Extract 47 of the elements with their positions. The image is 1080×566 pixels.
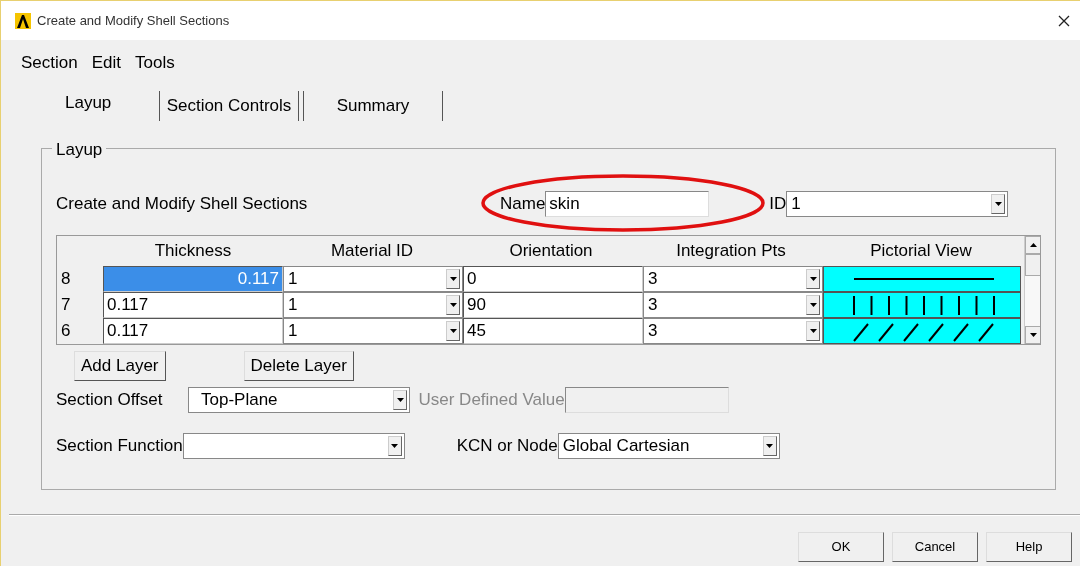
column-header: Integration Pts bbox=[675, 239, 787, 262]
name-label: Name bbox=[500, 192, 546, 215]
kcn-label: KCN or Node bbox=[456, 434, 558, 457]
tab[interactable]: Layup bbox=[49, 87, 159, 118]
integration-dropdown[interactable]: 3 bbox=[643, 317, 823, 344]
section-offset-dropdown[interactable]: Top-Plane bbox=[188, 386, 410, 413]
menu-item[interactable]: Section bbox=[21, 50, 78, 76]
id-label: ID bbox=[769, 192, 787, 215]
scroll-down-icon[interactable] bbox=[1025, 325, 1040, 344]
name-field[interactable]: skin bbox=[545, 190, 710, 217]
scroll-thumb[interactable] bbox=[1025, 253, 1040, 276]
material-dropdown[interactable]: 1 bbox=[283, 291, 463, 318]
column-header: Pictorial View bbox=[869, 239, 973, 262]
close-icon[interactable] bbox=[1058, 14, 1070, 27]
orientation-field[interactable]: 0 bbox=[463, 265, 643, 292]
dialog-button[interactable]: Cancel bbox=[892, 531, 978, 562]
dialog-button[interactable]: Help bbox=[986, 531, 1072, 562]
thickness-field[interactable]: 0.117 bbox=[103, 291, 283, 318]
integration-dropdown[interactable]: 3 bbox=[643, 265, 823, 292]
row-number: 7 bbox=[60, 293, 72, 316]
dialog-button[interactable]: OK bbox=[798, 531, 884, 562]
row-number: 6 bbox=[60, 319, 72, 342]
column-header: Material ID bbox=[329, 239, 415, 262]
orientation-field[interactable]: 45 bbox=[463, 317, 643, 344]
user-defined-label: User Defined Value bbox=[418, 388, 565, 411]
id-dropdown[interactable]: 1 bbox=[786, 190, 1009, 217]
app-logo-icon bbox=[15, 12, 31, 29]
kcn-dropdown[interactable]: Global Cartesian bbox=[557, 432, 780, 459]
menu-item[interactable]: Edit bbox=[91, 50, 121, 76]
scroll-up-icon[interactable] bbox=[1025, 235, 1040, 254]
layer-button[interactable]: Add Layer bbox=[74, 350, 166, 381]
menu-item[interactable]: Tools bbox=[135, 50, 175, 76]
tab[interactable]: Section Controls bbox=[159, 90, 299, 121]
tab[interactable]: Summary bbox=[303, 90, 443, 121]
material-dropdown[interactable]: 1 bbox=[283, 317, 463, 344]
column-header: Thickness bbox=[153, 239, 233, 262]
row-number: 8 bbox=[60, 267, 72, 290]
integration-dropdown[interactable]: 3 bbox=[643, 291, 823, 318]
section-function-label: Section Function bbox=[56, 434, 183, 457]
window-title: Create and Modify Shell Sections bbox=[37, 11, 231, 30]
section-heading: Create and Modify Shell Sections bbox=[56, 192, 309, 215]
section-offset-label: Section Offset bbox=[56, 388, 164, 411]
thickness-field[interactable]: 0.117 bbox=[103, 317, 283, 344]
column-header: Orientation bbox=[508, 239, 594, 262]
orientation-field[interactable]: 90 bbox=[463, 291, 643, 318]
material-dropdown[interactable]: 1 bbox=[283, 265, 463, 292]
layer-button[interactable]: Delete Layer bbox=[243, 350, 354, 381]
